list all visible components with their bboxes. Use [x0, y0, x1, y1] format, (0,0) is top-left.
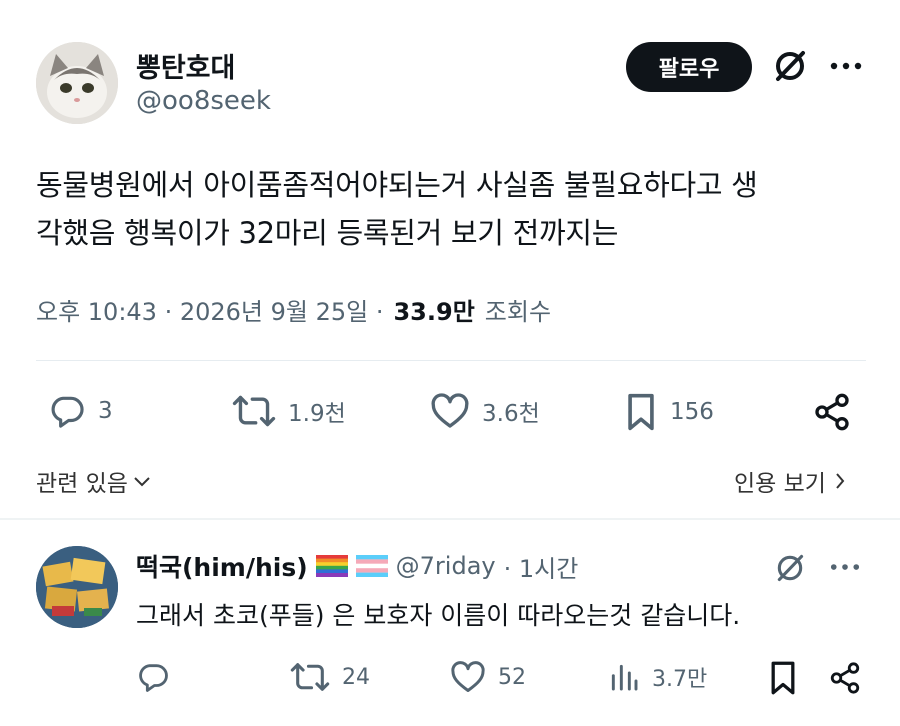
- reply-views-button[interactable]: 3.7만: [608, 660, 707, 694]
- chevron-down-icon: [132, 474, 152, 488]
- section-divider: [0, 518, 900, 520]
- related-toggle[interactable]: 관련 있음: [36, 464, 152, 498]
- post-text-line2: 각했음 행복이가 32마리 등록된거 보기 전까지는: [36, 216, 619, 250]
- repost-icon: [290, 660, 330, 694]
- follow-button[interactable]: 팔로우: [626, 42, 752, 92]
- related-label: 관련 있음: [36, 471, 128, 497]
- repost-icon: [232, 392, 276, 430]
- reply-author-avatar[interactable]: [36, 546, 118, 628]
- like-icon: [430, 392, 470, 430]
- reply-time[interactable]: · 1시간: [504, 549, 579, 584]
- reply-icon: [48, 392, 86, 430]
- reply-reply-button[interactable]: [136, 660, 170, 694]
- reply-count: 3: [98, 398, 113, 424]
- view-quotes-label: 인용 보기: [734, 471, 826, 497]
- like-icon: [450, 660, 486, 694]
- like-count: 3.6천: [482, 401, 540, 427]
- like-button[interactable]: 3.6천: [430, 392, 540, 430]
- view-label: 조회수: [484, 298, 552, 326]
- share-icon[interactable]: [812, 392, 852, 432]
- reply-share-icon[interactable]: [828, 660, 862, 696]
- views-icon: [608, 660, 640, 694]
- reply-more-icon[interactable]: [830, 563, 860, 571]
- view-count: 33.9만: [393, 298, 475, 326]
- reply-bookmark-icon[interactable]: [768, 660, 798, 696]
- author-avatar[interactable]: [36, 42, 118, 124]
- reply-icon: [136, 660, 170, 694]
- repost-count: 1.9천: [288, 401, 346, 427]
- bookmark-button[interactable]: 156: [624, 392, 714, 432]
- divider: [36, 360, 866, 361]
- reply-repost-button[interactable]: 24: [290, 660, 370, 694]
- reply-like-button[interactable]: 52: [450, 660, 526, 694]
- bookmark-icon: [624, 392, 658, 432]
- author-name[interactable]: 뽕탄호대: [136, 46, 235, 85]
- reply-grok-icon[interactable]: [774, 552, 806, 584]
- more-icon[interactable]: [830, 62, 862, 70]
- reply-author-handle[interactable]: @7riday: [396, 552, 496, 580]
- view-quotes-link[interactable]: 인용 보기: [734, 464, 846, 498]
- reply-repost-count: 24: [342, 664, 370, 690]
- reply-text: 그래서 초코(푸들) 은 보호자 이름이 따라오는것 같습니다.: [136, 601, 741, 630]
- rainbow-flag-icon: [315, 555, 348, 577]
- chevron-right-icon: [834, 471, 846, 491]
- reply-like-count: 52: [498, 664, 526, 690]
- grok-icon[interactable]: [772, 48, 808, 84]
- post-meta: 오후 10:43 · 2026년 9월 25일 · 33.9만 조회수: [36, 292, 551, 327]
- reply-author-name[interactable]: 떡국(him/his): [136, 548, 308, 584]
- reply-header: 떡국(him/his) @7riday · 1시간: [136, 548, 578, 584]
- reply-button[interactable]: 3: [48, 392, 113, 430]
- transgender-flag-icon: [355, 555, 388, 577]
- post-text-line1: 동물병원에서 아이품좀적어야되는거 사실좀 불필요하다고 생: [36, 168, 758, 202]
- bookmark-count: 156: [670, 399, 714, 425]
- author-handle[interactable]: @oo8seek: [136, 86, 271, 116]
- repost-button[interactable]: 1.9천: [232, 392, 346, 430]
- post-timestamp[interactable]: 오후 10:43 · 2026년 9월 25일 ·: [36, 292, 383, 327]
- reply-views-count: 3.7만: [652, 667, 708, 692]
